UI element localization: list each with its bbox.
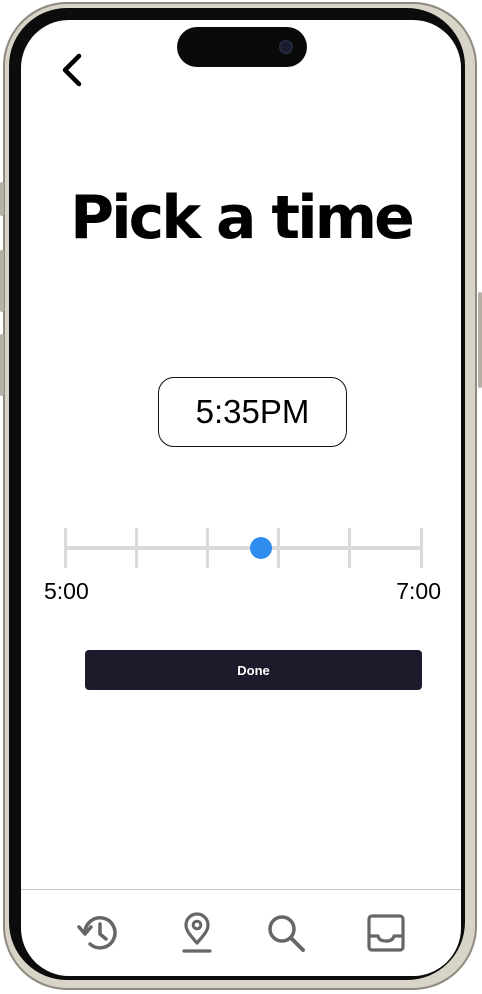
time-range-slider[interactable] <box>63 526 423 570</box>
location-pin-icon <box>182 912 212 953</box>
tab-search[interactable] <box>262 910 310 956</box>
range-min-label: 5:00 <box>44 578 89 604</box>
bottom-tab-bar <box>21 889 461 976</box>
device-power-button <box>478 292 482 388</box>
slider-tick <box>134 528 138 568</box>
dynamic-island <box>177 27 307 67</box>
back-button[interactable] <box>55 50 91 94</box>
slider-track <box>65 546 421 550</box>
done-button[interactable]: Done <box>85 650 422 690</box>
tab-inbox[interactable] <box>362 910 410 956</box>
slider-tick <box>277 528 281 568</box>
device-volume-up-button <box>0 250 4 312</box>
history-icon <box>77 916 117 950</box>
front-camera <box>279 40 293 54</box>
slider-tick <box>348 528 352 568</box>
selected-time-display[interactable]: 5:35PM <box>158 377 347 447</box>
search-icon <box>268 915 305 952</box>
slider-tick <box>205 528 209 568</box>
app-screen: Pick a time 5:35PM 5:00 7:00 Done <box>21 20 461 976</box>
device-action-button <box>0 182 4 216</box>
inbox-icon <box>367 914 405 952</box>
slider-tick <box>63 528 67 568</box>
slider-tick <box>419 528 423 568</box>
device-volume-down-button <box>0 334 4 396</box>
chevron-left-icon <box>62 53 82 87</box>
range-max-label: 7:00 <box>396 578 441 604</box>
tab-history[interactable] <box>75 910 123 956</box>
tab-location[interactable] <box>173 910 221 956</box>
page-title: Pick a time <box>70 183 415 253</box>
slider-thumb[interactable] <box>249 537 272 559</box>
